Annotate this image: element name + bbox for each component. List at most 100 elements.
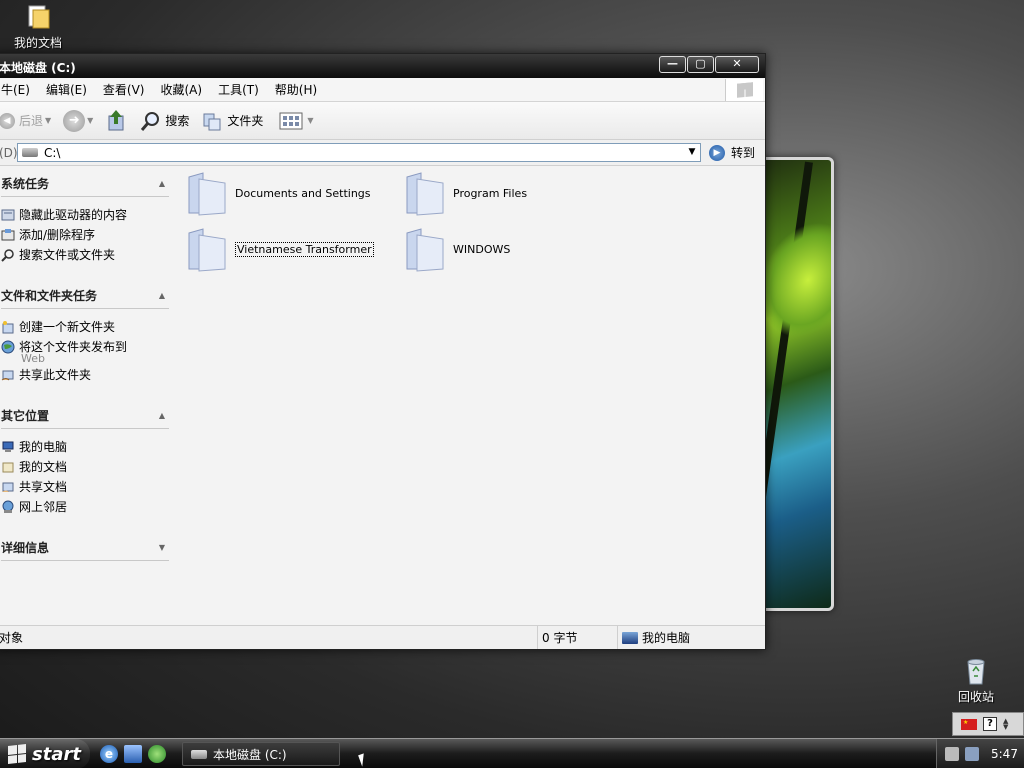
folder-icon	[406, 172, 444, 216]
chevron-up-icon: ▲	[158, 411, 165, 420]
address-label: (D)	[0, 145, 18, 160]
system-tasks-header[interactable]: 系统任务 ▲	[1, 175, 169, 197]
desktop-icon-recycle-bin[interactable]: 回收站	[936, 656, 1016, 705]
menu-file[interactable]: 牛(E)	[0, 81, 38, 98]
menu-tools[interactable]: 工具(T)	[210, 81, 267, 98]
maximize-button[interactable]: ▢	[687, 56, 714, 73]
go-arrow-icon: ▶	[709, 144, 725, 161]
add-remove-programs-icon	[1, 229, 15, 241]
place-shared-documents[interactable]: 共享文档	[1, 477, 173, 497]
my-documents-icon	[2, 462, 14, 473]
task-share-folder[interactable]: 共享此文件夹	[1, 365, 173, 385]
views-button[interactable]: ▼	[279, 111, 314, 131]
go-button[interactable]: ▶ 转到	[709, 144, 755, 161]
recycle-bin-icon	[967, 659, 985, 685]
my-computer-icon	[2, 441, 14, 452]
internet-explorer-icon[interactable]: e	[100, 745, 118, 763]
close-button[interactable]: ✕	[715, 56, 759, 73]
task-new-folder[interactable]: 创建一个新文件夹	[1, 317, 173, 337]
address-value: C:\	[44, 145, 61, 160]
address-input[interactable]: C:\ ▼	[17, 143, 701, 162]
help-icon[interactable]: ?	[983, 717, 997, 731]
address-dropdown-icon[interactable]: ▼	[684, 144, 700, 161]
search-button[interactable]: 搜索	[139, 110, 189, 132]
desktop-icon-my-documents[interactable]: 我的文档	[0, 2, 78, 51]
forward-button[interactable]: ➜ ▼	[63, 109, 93, 132]
task-label: 创建一个新文件夹	[19, 320, 116, 334]
hide-contents-icon	[1, 209, 15, 221]
folder-item[interactable]: WINDOWS	[403, 225, 510, 273]
place-label: 网上邻居	[19, 500, 68, 514]
task-label: 添加/删除程序	[19, 228, 96, 242]
task-label: 隐藏此驱动器的内容	[19, 208, 128, 222]
place-label: 共享文档	[19, 480, 68, 494]
shared-documents-icon	[2, 482, 14, 492]
folder-item[interactable]: Documents and Settings	[185, 169, 371, 217]
task-label: 搜索文件或文件夹	[19, 248, 116, 262]
folder-icon	[188, 228, 226, 272]
place-my-computer[interactable]: 我的电脑	[1, 437, 173, 457]
folders-icon	[203, 113, 221, 130]
section-title: 系统任务	[1, 177, 50, 191]
place-my-documents[interactable]: 我的文档	[1, 457, 173, 477]
up-folder-button[interactable]	[105, 108, 127, 134]
new-folder-icon	[2, 321, 14, 334]
folder-item-selected[interactable]: Vietnamese Transformer	[185, 225, 374, 273]
my-documents-icon	[28, 5, 50, 29]
status-location: 我的电脑	[618, 626, 765, 649]
china-flag-icon[interactable]	[961, 718, 977, 730]
back-button[interactable]: ◀ 后退 ▼	[0, 112, 51, 129]
start-button[interactable]: start	[0, 739, 90, 768]
menu-favorites[interactable]: 收藏(A)	[152, 81, 210, 98]
chevron-up-icon: ▲	[158, 179, 165, 188]
network-icon	[2, 500, 14, 513]
menu-bar: 牛(E) 编辑(E) 查看(V) 收藏(A) 工具(T) 帮助(H)	[0, 78, 765, 102]
details-header[interactable]: 详细信息 ▼	[1, 539, 169, 561]
views-icon	[279, 112, 303, 129]
title-bar[interactable]: 本地磁盘 (C:) — ▢ ✕	[0, 54, 765, 78]
quick-launch: e	[100, 745, 166, 763]
windows-flag-icon	[8, 744, 26, 764]
desktop-icon-label: 回收站	[957, 690, 994, 704]
place-label: 我的文档	[19, 460, 68, 474]
task-label: 共享此文件夹	[19, 368, 92, 382]
media-player-icon[interactable]	[148, 745, 166, 763]
show-desktop-icon[interactable]	[124, 745, 142, 763]
forward-arrow-icon: ➜	[63, 109, 86, 132]
taskbar-item-explorer[interactable]: 本地磁盘 (C:)	[182, 742, 340, 766]
menu-edit[interactable]: 编辑(E)	[38, 81, 95, 98]
drive-icon	[191, 749, 207, 759]
language-bar: ? ▲▼	[952, 712, 1024, 736]
folder-item[interactable]: Program Files	[403, 169, 527, 217]
chevron-down-icon: ▼	[45, 116, 52, 125]
task-pane: 系统任务 ▲ 隐藏此驱动器的内容 添加/删除程序 搜索文件或文件夹 文件和文件夹…	[0, 167, 173, 625]
task-add-remove-programs[interactable]: 添加/删除程序	[1, 225, 173, 245]
folder-icon	[406, 228, 444, 272]
file-folder-tasks-header[interactable]: 文件和文件夹任务 ▲	[1, 287, 169, 309]
folders-button[interactable]: 文件夹	[201, 110, 263, 132]
place-label: 我的电脑	[19, 440, 68, 454]
chevron-down-icon: ▼	[158, 543, 165, 552]
folder-name: Documents and Settings	[235, 186, 371, 200]
section-title: 其它位置	[1, 409, 50, 423]
menu-help[interactable]: 帮助(H)	[267, 81, 325, 98]
clock[interactable]: 5:47	[991, 747, 1018, 761]
chevron-down-icon: ▼	[307, 116, 314, 125]
tray-lock-icon[interactable]	[945, 747, 959, 761]
folder-icon	[188, 172, 226, 216]
other-places-header[interactable]: 其它位置 ▲	[1, 407, 169, 429]
window-title: 本地磁盘 (C:)	[0, 61, 76, 75]
task-search-files[interactable]: 搜索文件或文件夹	[1, 245, 173, 265]
taskbar-item-label: 本地磁盘 (C:)	[213, 747, 287, 762]
tray-network-icon[interactable]	[965, 747, 979, 761]
folder-name: Vietnamese Transformer	[235, 241, 374, 257]
status-bar: 对象 0 字节 我的电脑	[0, 625, 765, 649]
go-label: 转到	[731, 146, 756, 160]
task-hide-drive-contents[interactable]: 隐藏此驱动器的内容	[1, 205, 173, 225]
chevron-up-icon: ▲	[158, 291, 165, 300]
place-network[interactable]: 网上邻居	[1, 497, 173, 517]
status-location-label: 我的电脑	[642, 631, 691, 645]
minimize-button[interactable]: —	[659, 56, 686, 73]
langbar-options-icon[interactable]: ▲ ▼	[1003, 718, 1008, 731]
menu-view[interactable]: 查看(V)	[95, 81, 153, 98]
